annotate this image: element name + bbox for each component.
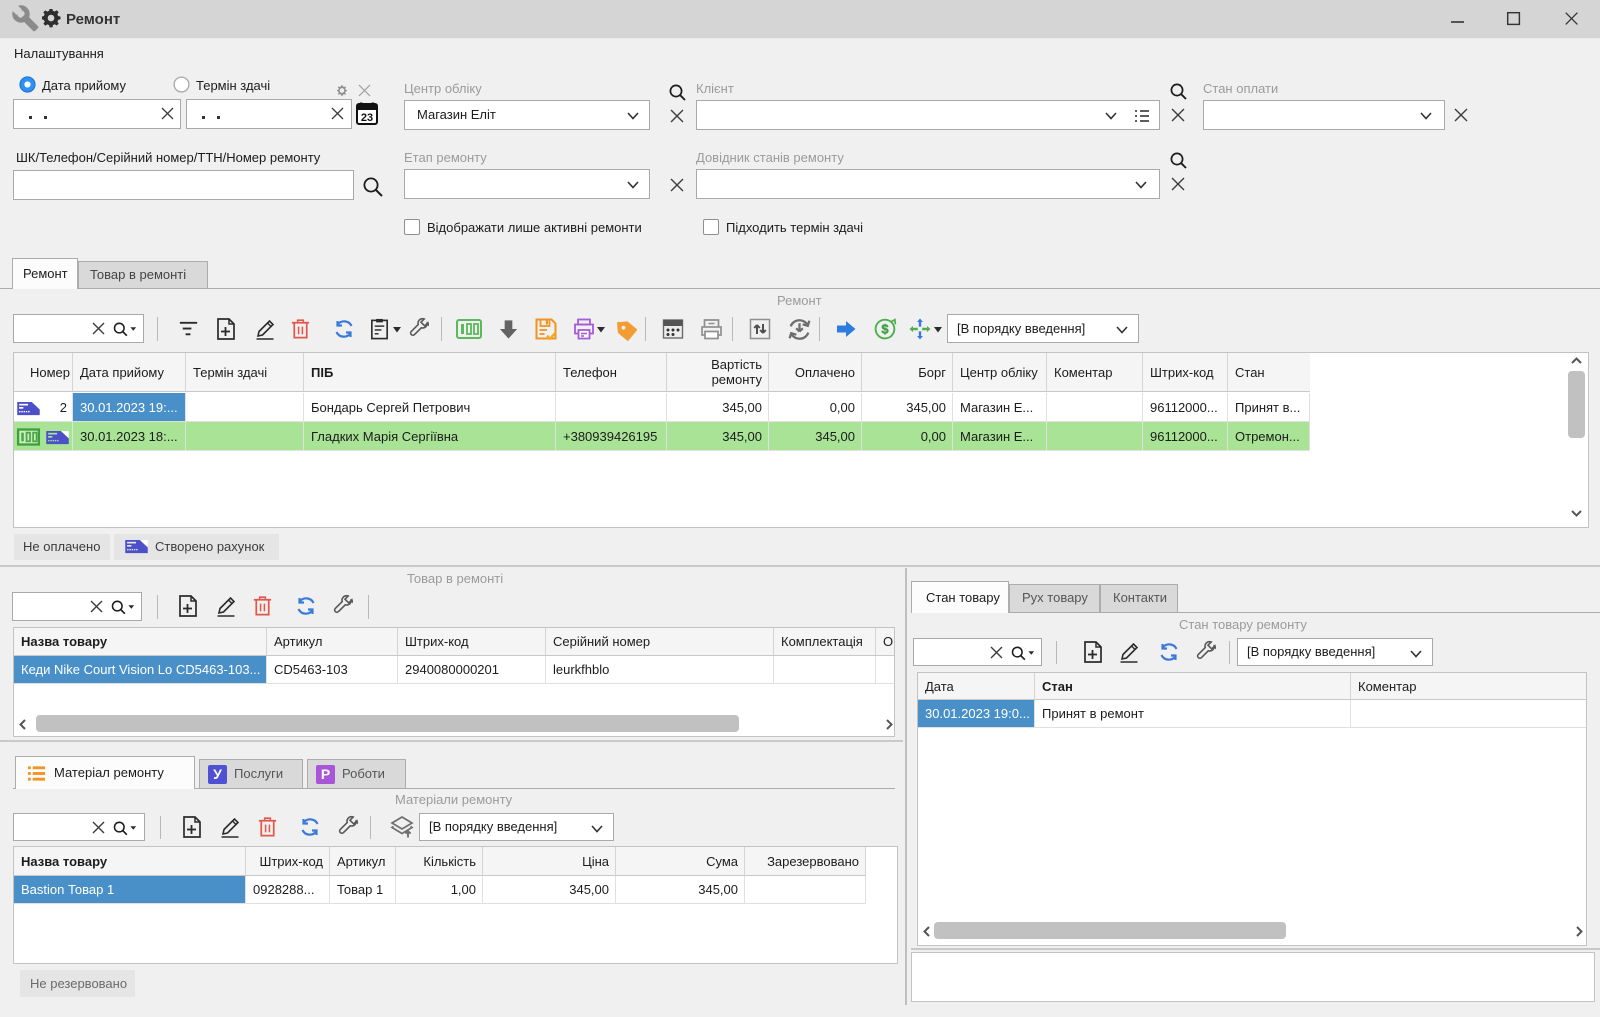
svg-text:23: 23	[361, 112, 373, 124]
